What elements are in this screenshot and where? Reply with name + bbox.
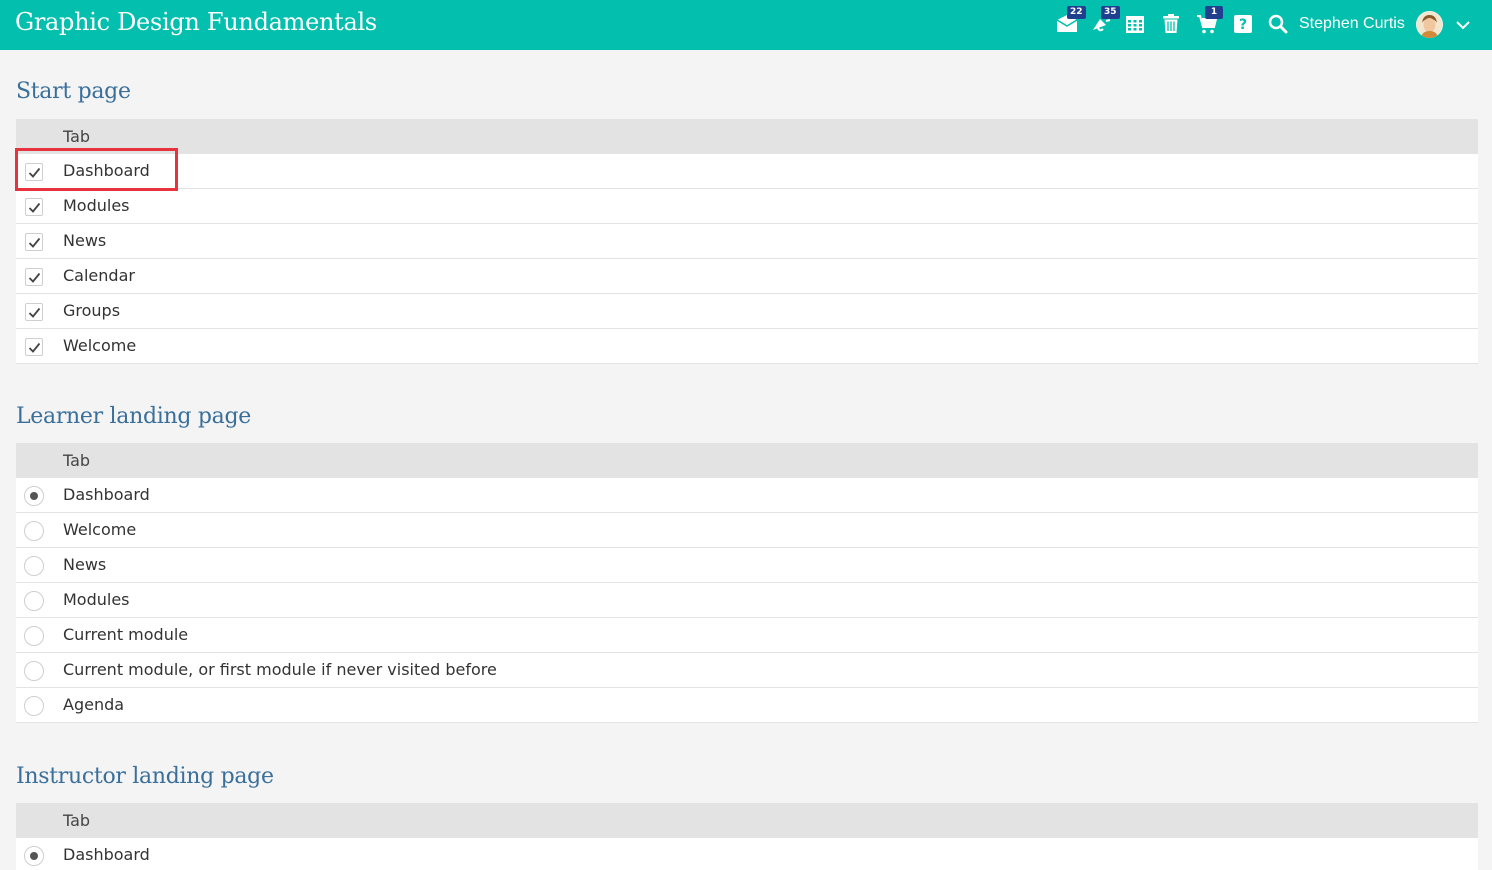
instructor-landing-title: Instructor landing page <box>16 764 274 789</box>
table-row: Dashboard <box>16 838 1478 870</box>
column-header-tab: Tab <box>63 451 91 470</box>
row-label: News <box>63 231 107 250</box>
table-row: News <box>16 548 1478 583</box>
svg-text:?: ? <box>1239 17 1247 33</box>
app-title: Graphic Design Fundamentals <box>15 8 377 36</box>
notifications-icon[interactable]: 35 <box>1089 6 1120 36</box>
radio-dashboard[interactable] <box>24 846 44 866</box>
help-icon[interactable]: ? <box>1231 12 1255 36</box>
row-label: Agenda <box>63 695 125 714</box>
start-page-title: Start page <box>16 79 131 104</box>
calendar-icon[interactable] <box>1123 12 1147 36</box>
table-row: Dashboard <box>16 478 1478 513</box>
row-label: Current module <box>63 625 189 644</box>
notifications-badge: 35 <box>1101 6 1120 19</box>
search-icon[interactable] <box>1266 12 1290 36</box>
table-row: Groups <box>16 294 1478 329</box>
table-row: Calendar <box>16 259 1478 294</box>
radio-current-module-or-first-module-if-never-visited-before[interactable] <box>24 661 44 681</box>
table-header: Tab <box>16 119 1478 154</box>
trash-icon[interactable] <box>1159 12 1183 36</box>
top-bar: Graphic Design Fundamentals 22 35 1 ? St… <box>0 0 1492 50</box>
radio-modules[interactable] <box>24 591 44 611</box>
cart-badge: 1 <box>1205 6 1223 19</box>
table-row: Agenda <box>16 688 1478 723</box>
row-label: Calendar <box>63 266 135 285</box>
table-row: Current module, or first module if never… <box>16 653 1478 688</box>
checkmark-icon <box>28 307 41 318</box>
row-label: Welcome <box>63 336 137 355</box>
row-label: Modules <box>63 590 130 609</box>
radio-news[interactable] <box>24 556 44 576</box>
checkbox-modules[interactable] <box>25 198 43 216</box>
messages-icon[interactable]: 22 <box>1055 6 1086 36</box>
checkmark-icon <box>28 202 41 213</box>
messages-badge: 22 <box>1067 6 1086 19</box>
checkbox-groups[interactable] <box>25 303 43 321</box>
radio-current-module[interactable] <box>24 626 44 646</box>
table-row: Welcome <box>16 513 1478 548</box>
checkmark-icon <box>28 342 41 353</box>
radio-agenda[interactable] <box>24 696 44 716</box>
table-row: News <box>16 224 1478 259</box>
user-name[interactable]: Stephen Curtis <box>1299 15 1405 33</box>
table-header: Tab <box>16 803 1478 838</box>
table-row: Dashboard <box>16 154 1478 189</box>
row-label: Dashboard <box>63 845 150 864</box>
checkmark-icon <box>28 237 41 248</box>
row-label: Dashboard <box>63 485 150 504</box>
row-label: News <box>63 555 107 574</box>
checkmark-icon <box>28 272 41 283</box>
row-label: Modules <box>63 196 130 215</box>
instructor-landing-table: Tab Dashboard <box>16 803 1478 870</box>
cart-icon[interactable]: 1 <box>1195 6 1223 36</box>
table-row: Current module <box>16 618 1478 653</box>
highlight-box <box>15 148 178 191</box>
radio-welcome[interactable] <box>24 521 44 541</box>
checkbox-welcome[interactable] <box>25 338 43 356</box>
learner-landing-table: Tab Dashboard Welcome News Modules Current m… <box>16 443 1478 723</box>
start-page-table: Tab Dashboard Modules News Calendar Groups We… <box>16 119 1478 364</box>
learner-landing-title: Learner landing page <box>16 404 251 429</box>
table-row: Modules <box>16 189 1478 224</box>
checkbox-news[interactable] <box>25 233 43 251</box>
table-header: Tab <box>16 443 1478 478</box>
row-label: Current module, or first module if never… <box>63 660 497 679</box>
table-row: Modules <box>16 583 1478 618</box>
row-label: Groups <box>63 301 121 320</box>
column-header-tab: Tab <box>63 127 91 146</box>
column-header-tab: Tab <box>63 811 91 830</box>
checkbox-calendar[interactable] <box>25 268 43 286</box>
table-row: Welcome <box>16 329 1478 364</box>
radio-dashboard[interactable] <box>24 486 44 506</box>
avatar[interactable] <box>1416 11 1443 38</box>
row-label: Welcome <box>63 520 137 539</box>
chevron-down-icon[interactable] <box>1454 16 1472 34</box>
